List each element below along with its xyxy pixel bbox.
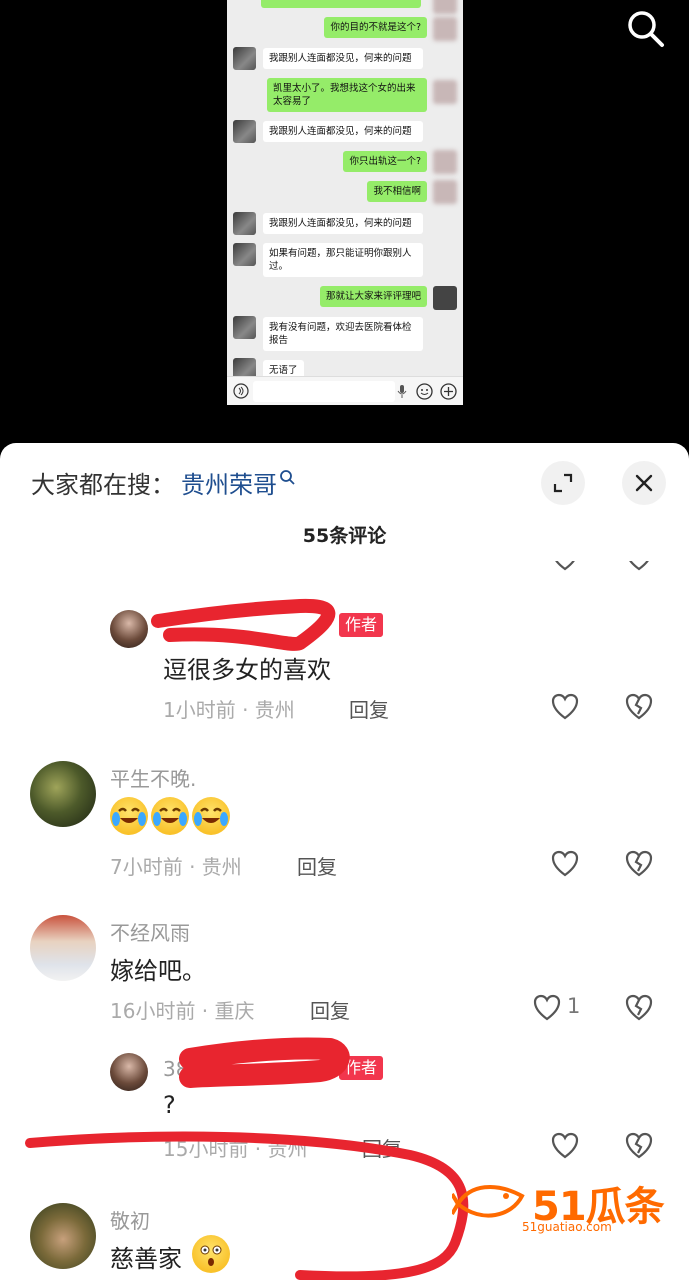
expand-button[interactable] bbox=[541, 461, 585, 505]
chat-bubble: 如果有问题，那只能证明你跟别人过。 bbox=[263, 243, 423, 277]
mic-icon bbox=[397, 385, 407, 398]
heart-icon bbox=[555, 561, 575, 571]
reply-button[interactable]: 回复 bbox=[362, 1133, 402, 1162]
comment-nickname[interactable]: 38 bbox=[163, 1057, 188, 1081]
crying-laughing-emoji-icon bbox=[192, 797, 230, 835]
broken-heart-icon[interactable] bbox=[624, 1131, 654, 1161]
avatar[interactable] bbox=[30, 761, 96, 827]
chat-bubble: 那就让大家来评评理吧 bbox=[319, 286, 427, 307]
broken-heart-icon[interactable] bbox=[624, 993, 654, 1023]
comment-nickname[interactable]: 平生不晚. bbox=[110, 763, 196, 792]
search-icon[interactable] bbox=[623, 6, 667, 50]
comment-sheet: 大家都在搜： 贵州荣哥 55条评论 · 作者 逗很多女的喜欢 1小时前 · 贵州… bbox=[0, 443, 689, 1280]
watermark-url: 51guatiao.com bbox=[522, 1220, 612, 1234]
chat-avatar-left bbox=[233, 316, 256, 339]
chat-bubble: 你只出轨这一个? bbox=[343, 151, 427, 172]
chat-text-field bbox=[253, 381, 395, 402]
chat-bubble-cropped bbox=[261, 0, 421, 8]
heart-icon[interactable] bbox=[532, 993, 562, 1023]
chat-avatar-right bbox=[433, 80, 457, 104]
comment-time-location: 7小时前 · 贵州 bbox=[110, 855, 242, 879]
crying-laughing-emoji-icon bbox=[151, 797, 189, 835]
chat-avatar-left bbox=[233, 212, 256, 235]
fish-logo-icon bbox=[452, 1184, 525, 1218]
reply-button[interactable]: 回复 bbox=[349, 694, 389, 723]
chat-bubble: 我跟别人连面都没见，何来的问题 bbox=[263, 121, 423, 142]
avatar[interactable] bbox=[110, 1053, 148, 1091]
comment-time-location: 1小时前 · 贵州 bbox=[163, 698, 295, 722]
surprised-emoji-icon bbox=[192, 1235, 230, 1273]
chat-avatar-right bbox=[433, 0, 457, 14]
author-badge: 作者 bbox=[339, 613, 384, 637]
like-count: 1 bbox=[567, 994, 581, 1018]
reply-button[interactable]: 回复 bbox=[310, 995, 350, 1024]
chat-avatar-left bbox=[233, 47, 256, 70]
comment-count: 55条评论 bbox=[302, 525, 387, 547]
comment-time-location: 16小时前 · 重庆 bbox=[110, 999, 255, 1023]
avatar[interactable] bbox=[110, 610, 148, 648]
hot-search-keyword[interactable]: 贵州荣哥 bbox=[181, 465, 277, 500]
cropped-comment-meta: · bbox=[110, 561, 689, 583]
search-small-icon bbox=[280, 469, 295, 485]
video-player[interactable]: 你的目的不就是这个? 我跟别人连面都没见，何来的问题 凯里太小了。我想找这个女的… bbox=[0, 0, 689, 445]
avatar[interactable] bbox=[30, 915, 96, 981]
comment-text: 嫁给吧。 bbox=[110, 957, 206, 985]
chat-bubble: 我不相信啊 bbox=[367, 181, 427, 202]
hot-search-prefix: 大家都在搜： bbox=[31, 471, 175, 499]
chat-bubble: 凯里太小了。我想找这个女的出来太容易了 bbox=[267, 78, 427, 112]
heart-icon[interactable] bbox=[550, 692, 580, 722]
chat-screenshot: 你的目的不就是这个? 我跟别人连面都没见，何来的问题 凯里太小了。我想找这个女的… bbox=[227, 0, 463, 405]
voice-icon bbox=[233, 383, 249, 399]
heart-icon[interactable] bbox=[550, 849, 580, 879]
plus-icon bbox=[440, 383, 457, 400]
comment-text: ? bbox=[163, 1091, 176, 1119]
comment-emoji-row bbox=[110, 797, 233, 835]
chat-bubble: 我跟别人连面都没见，何来的问题 bbox=[263, 213, 423, 234]
close-button[interactable] bbox=[622, 461, 666, 505]
broken-heart-icon[interactable] bbox=[624, 849, 654, 879]
comment-text: 逗很多女的喜欢 bbox=[163, 656, 331, 684]
comment-nickname[interactable]: 敬初 bbox=[110, 1205, 150, 1234]
comment-text: 慈善家 bbox=[110, 1245, 182, 1273]
chat-avatar-right bbox=[433, 17, 457, 41]
chat-bubble: 你的目的不就是这个? bbox=[324, 17, 427, 38]
chat-avatar-right bbox=[433, 180, 457, 204]
close-icon bbox=[635, 474, 653, 492]
chat-avatar-left bbox=[233, 120, 256, 143]
chat-avatar-right bbox=[433, 150, 457, 174]
author-badge: 作者 bbox=[339, 1056, 384, 1080]
reply-button[interactable]: 回复 bbox=[297, 851, 337, 880]
comment-time-location: 15小时前 · 贵州 bbox=[163, 1137, 308, 1161]
chat-bubble: 我有没有问题，欢迎去医院看体检报告 bbox=[263, 317, 423, 351]
comment-nickname[interactable]: 不经风雨 bbox=[110, 917, 190, 946]
watermark: 51瓜条 51guatiao.com bbox=[452, 1170, 667, 1240]
emoji-icon bbox=[416, 383, 433, 400]
broken-heart-icon[interactable] bbox=[624, 692, 654, 722]
chat-avatar-left bbox=[233, 243, 256, 266]
chat-bubble: 我跟别人连面都没见，何来的问题 bbox=[263, 48, 423, 69]
avatar[interactable] bbox=[30, 1203, 96, 1269]
dislike-icon bbox=[629, 561, 649, 571]
chat-input-bar bbox=[227, 376, 463, 405]
chat-avatar-right bbox=[433, 286, 457, 310]
hot-search-row[interactable]: 大家都在搜： 贵州荣哥 bbox=[31, 465, 297, 500]
crying-laughing-emoji-icon bbox=[110, 797, 148, 835]
heart-icon[interactable] bbox=[550, 1131, 580, 1161]
expand-icon bbox=[553, 473, 573, 493]
